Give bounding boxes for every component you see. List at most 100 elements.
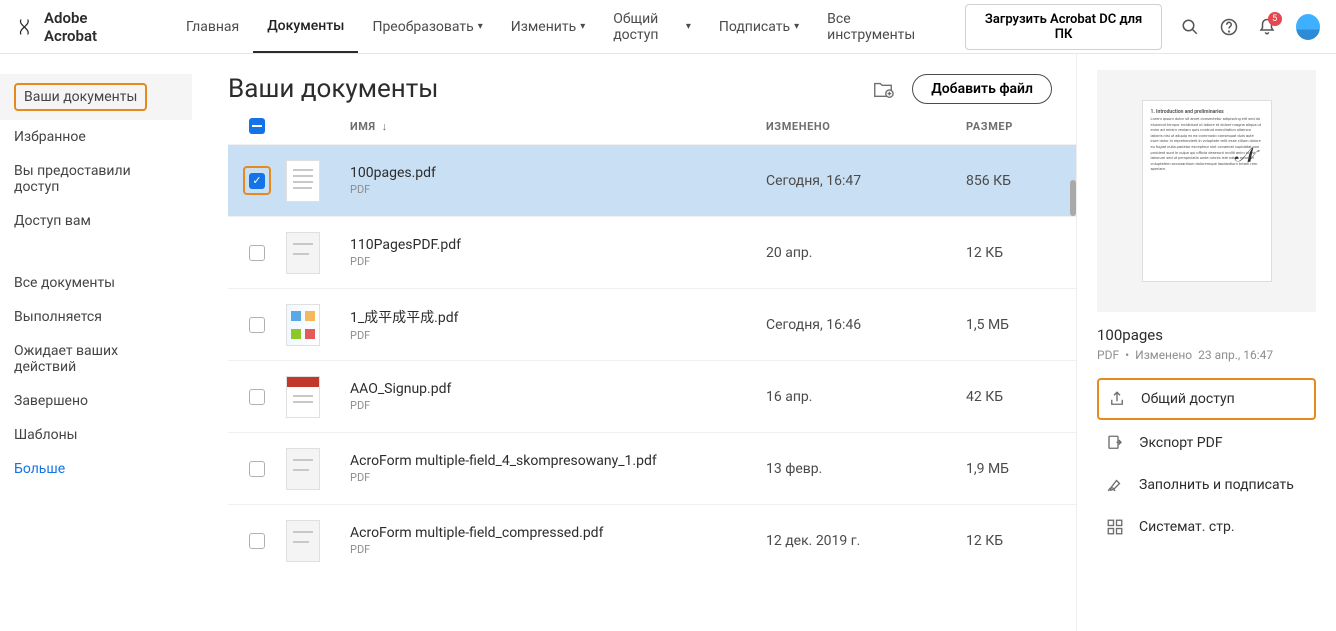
sidebar-item-label: Шаблоны: [14, 427, 78, 443]
search-icon[interactable]: [1180, 16, 1201, 38]
file-preview[interactable]: 1. Introduction and preliminaries Lorem …: [1097, 70, 1316, 312]
file-thumbnail: [286, 304, 320, 346]
action-share[interactable]: Общий доступ: [1097, 378, 1316, 420]
table-row[interactable]: 110PagesPDF.pdfPDF 20 апр. 12 КБ: [228, 216, 1076, 288]
file-size: 12 КБ: [966, 533, 1003, 549]
notifications-icon[interactable]: 5: [1257, 16, 1278, 38]
nav-sign[interactable]: Подписать▾: [705, 0, 813, 53]
sidebar-item-templates[interactable]: Шаблоны: [0, 418, 192, 452]
file-type: PDF: [350, 255, 461, 268]
app-logo[interactable]: Adobe Acrobat: [16, 9, 136, 45]
sidebar-item-label: Ваши документы: [14, 83, 147, 111]
page-title: Ваши документы: [228, 74, 872, 104]
action-label: Экспорт PDF: [1139, 435, 1223, 451]
select-all-checkbox[interactable]: [249, 118, 265, 134]
detail-file-type: PDF: [1097, 348, 1119, 362]
main-nav: Главная Документы Преобразовать▾ Изменит…: [172, 0, 929, 53]
download-desktop-button[interactable]: Загрузить Acrobat DC для ПК: [965, 4, 1162, 50]
file-name: 100pages.pdf: [350, 165, 436, 181]
file-name: 1_成平成平成.pdf: [350, 307, 459, 327]
sidebar-item-shared-with-you[interactable]: Доступ вам: [0, 204, 192, 238]
nav-edit[interactable]: Изменить▾: [497, 0, 599, 53]
nav-documents[interactable]: Документы: [253, 0, 358, 53]
file-modified: 12 дек. 2019 г.: [766, 533, 860, 549]
sidebar-item-more[interactable]: Больше: [0, 452, 192, 486]
sidebar-item-shared-by-you[interactable]: Вы предоставили доступ: [0, 154, 192, 204]
action-organize-pages[interactable]: Системат. стр.: [1097, 508, 1316, 546]
file-thumbnail: [286, 160, 320, 202]
row-checkbox[interactable]: [249, 389, 265, 405]
action-export-pdf[interactable]: Экспорт PDF: [1097, 424, 1316, 462]
row-checkbox[interactable]: [249, 533, 265, 549]
action-fill-sign[interactable]: Заполнить и подписать: [1097, 466, 1316, 504]
column-header-modified[interactable]: ИЗМЕНЕНО: [766, 120, 966, 133]
avatar[interactable]: [1296, 14, 1320, 40]
details-pane: 1. Introduction and preliminaries Lorem …: [1076, 54, 1336, 631]
row-checkbox[interactable]: [249, 461, 265, 477]
file-thumbnail: [286, 376, 320, 418]
new-folder-icon[interactable]: [872, 78, 894, 100]
row-checkbox[interactable]: [249, 173, 265, 189]
sidebar-item-your-documents[interactable]: Ваши документы: [0, 74, 192, 120]
file-size: 1,9 МБ: [966, 461, 1009, 477]
detail-file-title: 100pages: [1097, 326, 1316, 344]
sidebar: Ваши документы Избранное Вы предоставили…: [0, 54, 192, 631]
nav-convert[interactable]: Преобразовать▾: [358, 0, 496, 53]
organize-pages-icon: [1105, 518, 1125, 536]
nav-home[interactable]: Главная: [172, 0, 253, 53]
export-pdf-icon: [1105, 434, 1125, 452]
table-row[interactable]: AcroForm multiple-field_4_skompresowany_…: [228, 432, 1076, 504]
main-content: Ваши документы Добавить файл ИМЯ ↓ ИЗМЕН…: [192, 54, 1076, 631]
acrobat-icon: [16, 17, 36, 37]
nav-all-tools[interactable]: Все инструменты: [813, 0, 929, 53]
file-list: 100pages.pdfPDF Сегодня, 16:47 856 КБ 11…: [228, 144, 1076, 576]
file-thumbnail: [286, 232, 320, 274]
sidebar-item-label: Все документы: [14, 275, 115, 291]
sidebar-item-waiting[interactable]: Ожидает ваших действий: [0, 334, 192, 384]
file-thumbnail: [286, 520, 320, 562]
app-name: Adobe Acrobat: [44, 9, 136, 45]
action-label: Системат. стр.: [1139, 519, 1235, 535]
nav-share[interactable]: Общий доступ▾: [599, 0, 705, 53]
file-type: PDF: [350, 183, 436, 196]
chevron-down-icon: ▾: [686, 21, 691, 32]
file-name: AAO_Signup.pdf: [350, 381, 451, 397]
column-header-name[interactable]: ИМЯ ↓: [350, 120, 766, 133]
sidebar-item-label: Доступ вам: [14, 213, 91, 229]
file-modified: Сегодня, 16:46: [766, 317, 861, 333]
file-type: PDF: [350, 399, 451, 412]
file-size: 12 КБ: [966, 245, 1003, 261]
sidebar-item-label: Завершено: [14, 393, 88, 409]
scrollbar-thumb[interactable]: [1070, 180, 1076, 216]
sidebar-item-label: Выполняется: [14, 309, 102, 325]
file-size: 1,5 МБ: [966, 317, 1009, 333]
detail-modified-value: 23 апр., 16:47: [1198, 348, 1273, 362]
action-label: Заполнить и подписать: [1139, 477, 1294, 493]
column-header-size[interactable]: РАЗМЕР: [966, 120, 1076, 133]
sidebar-item-label: Больше: [14, 461, 65, 477]
file-modified: 16 апр.: [766, 389, 812, 405]
file-size: 856 КБ: [966, 173, 1011, 189]
sidebar-item-completed[interactable]: Завершено: [0, 384, 192, 418]
chevron-down-icon: ▾: [478, 21, 483, 32]
file-type: PDF: [350, 471, 657, 484]
help-icon[interactable]: [1219, 16, 1240, 38]
sidebar-item-in-progress[interactable]: Выполняется: [0, 300, 192, 334]
sidebar-item-favorites[interactable]: Избранное: [0, 120, 192, 154]
file-thumbnail: [286, 448, 320, 490]
table-row[interactable]: AAO_Signup.pdf PDF 16 апр. 42 КБ: [228, 360, 1076, 432]
app-header: Adobe Acrobat Главная Документы Преобраз…: [0, 0, 1336, 54]
table-row[interactable]: 1_成平成平成.pdf PDF Сегодня, 16:46 1,5 МБ: [228, 288, 1076, 360]
sidebar-item-label: Избранное: [14, 129, 86, 145]
file-size: 42 КБ: [966, 389, 1003, 405]
row-checkbox[interactable]: [249, 245, 265, 261]
chevron-down-icon: ▾: [580, 21, 585, 32]
signature-scribble-icon: 𝒩: [1234, 140, 1258, 173]
file-type: PDF: [350, 329, 459, 342]
table-row[interactable]: AcroForm multiple-field_compressed.pdfPD…: [228, 504, 1076, 576]
sidebar-item-all-documents[interactable]: Все документы: [0, 266, 192, 300]
table-row[interactable]: 100pages.pdfPDF Сегодня, 16:47 856 КБ: [228, 144, 1076, 216]
row-checkbox[interactable]: [249, 317, 265, 333]
table-header: ИМЯ ↓ ИЗМЕНЕНО РАЗМЕР: [228, 104, 1076, 144]
add-file-button[interactable]: Добавить файл: [912, 74, 1052, 104]
